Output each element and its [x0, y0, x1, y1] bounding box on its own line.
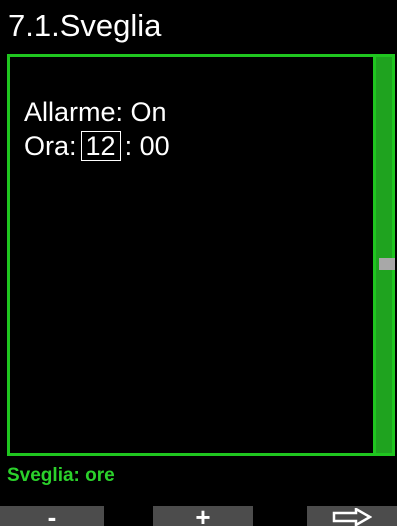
time-separator: :: [124, 131, 133, 161]
next-button[interactable]: [307, 506, 397, 526]
alarm-row: Allarme: On: [24, 96, 170, 130]
alarm-settings: Allarme: On Ora: 12: 00: [24, 96, 170, 164]
hour-field[interactable]: 12: [80, 131, 121, 161]
plus-button[interactable]: +: [153, 506, 253, 526]
scrollbar[interactable]: [373, 54, 395, 456]
status-text: Sveglia: ore: [7, 465, 115, 486]
scrollbar-thumb[interactable]: [379, 258, 395, 270]
right-arrow-icon: [332, 508, 372, 526]
alarm-value[interactable]: On: [131, 97, 167, 127]
time-row: Ora: 12: 00: [24, 130, 170, 164]
alarm-label: Allarme:: [24, 97, 124, 127]
minus-button[interactable]: -: [0, 506, 104, 526]
screen-title: 7.1.Sveglia: [8, 8, 162, 43]
time-label: Ora:: [24, 131, 77, 161]
minute-field[interactable]: 00: [140, 131, 170, 161]
